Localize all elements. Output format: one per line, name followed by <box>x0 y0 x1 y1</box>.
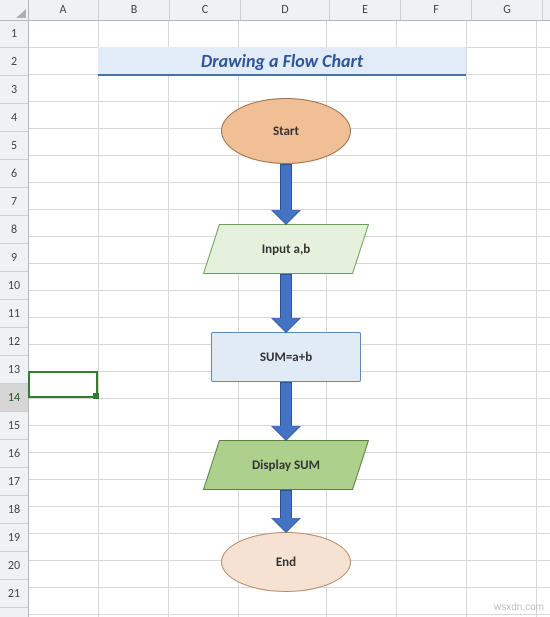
row-header-21[interactable]: 21 <box>0 580 28 608</box>
col-header-C[interactable]: C <box>170 0 241 20</box>
select-all-corner[interactable] <box>0 0 29 21</box>
row-header-13[interactable]: 13 <box>0 356 28 384</box>
flow-process-label: SUM=a+b <box>260 350 312 365</box>
row-header-10[interactable]: 10 <box>0 272 28 300</box>
title-text: Drawing a Flow Chart <box>201 50 363 72</box>
row-header-8[interactable]: 8 <box>0 216 28 244</box>
row-header-6[interactable]: 6 <box>0 160 28 188</box>
row-header-19[interactable]: 19 <box>0 524 28 552</box>
flow-arrow-1[interactable] <box>271 164 301 224</box>
row-header-9[interactable]: 9 <box>0 244 28 272</box>
spreadsheet-view: ABCDEFG 12345678910111213141516171819202… <box>0 0 550 617</box>
row-header-20[interactable]: 20 <box>0 552 28 580</box>
flow-arrow-3[interactable] <box>271 382 301 440</box>
row-header-16[interactable]: 16 <box>0 440 28 468</box>
flow-input-label: Input a,b <box>262 242 311 257</box>
flow-arrow-4[interactable] <box>271 490 301 532</box>
row-header-11[interactable]: 11 <box>0 300 28 328</box>
col-header-D[interactable]: D <box>241 0 330 20</box>
column-headers[interactable]: ABCDEFG <box>0 0 550 21</box>
row-header-17[interactable]: 17 <box>0 468 28 496</box>
col-header-G[interactable]: G <box>472 0 543 20</box>
watermark: wsxdn.com <box>494 602 544 613</box>
row-header-5[interactable]: 5 <box>0 132 28 160</box>
flow-display-label: Display SUM <box>252 458 320 473</box>
row-header-4[interactable]: 4 <box>0 104 28 132</box>
row-header-2[interactable]: 2 <box>0 48 28 76</box>
row-header-1[interactable]: 1 <box>0 20 28 48</box>
flow-input[interactable]: Input a,b <box>211 224 361 274</box>
flow-display[interactable]: Display SUM <box>211 440 361 490</box>
flow-start-label: Start <box>273 124 299 139</box>
row-header-7[interactable]: 7 <box>0 188 28 216</box>
col-header-A[interactable]: A <box>28 0 99 20</box>
flow-start[interactable]: Start <box>221 98 351 164</box>
row-header-22[interactable]: 22 <box>0 608 28 617</box>
flow-arrow-2[interactable] <box>271 274 301 332</box>
col-header-F[interactable]: F <box>401 0 472 20</box>
row-header-3[interactable]: 3 <box>0 76 28 104</box>
col-header-E[interactable]: E <box>330 0 401 20</box>
col-header-B[interactable]: B <box>99 0 170 20</box>
row-header-12[interactable]: 12 <box>0 328 28 356</box>
flow-process[interactable]: SUM=a+b <box>211 332 361 382</box>
flow-end[interactable]: End <box>221 532 351 592</box>
flow-end-label: End <box>276 555 296 570</box>
row-header-14[interactable]: 14 <box>0 384 28 412</box>
row-headers[interactable]: 12345678910111213141516171819202122 <box>0 0 29 617</box>
row-header-15[interactable]: 15 <box>0 412 28 440</box>
row-header-18[interactable]: 18 <box>0 496 28 524</box>
title-cell[interactable]: Drawing a Flow Chart <box>98 47 466 76</box>
